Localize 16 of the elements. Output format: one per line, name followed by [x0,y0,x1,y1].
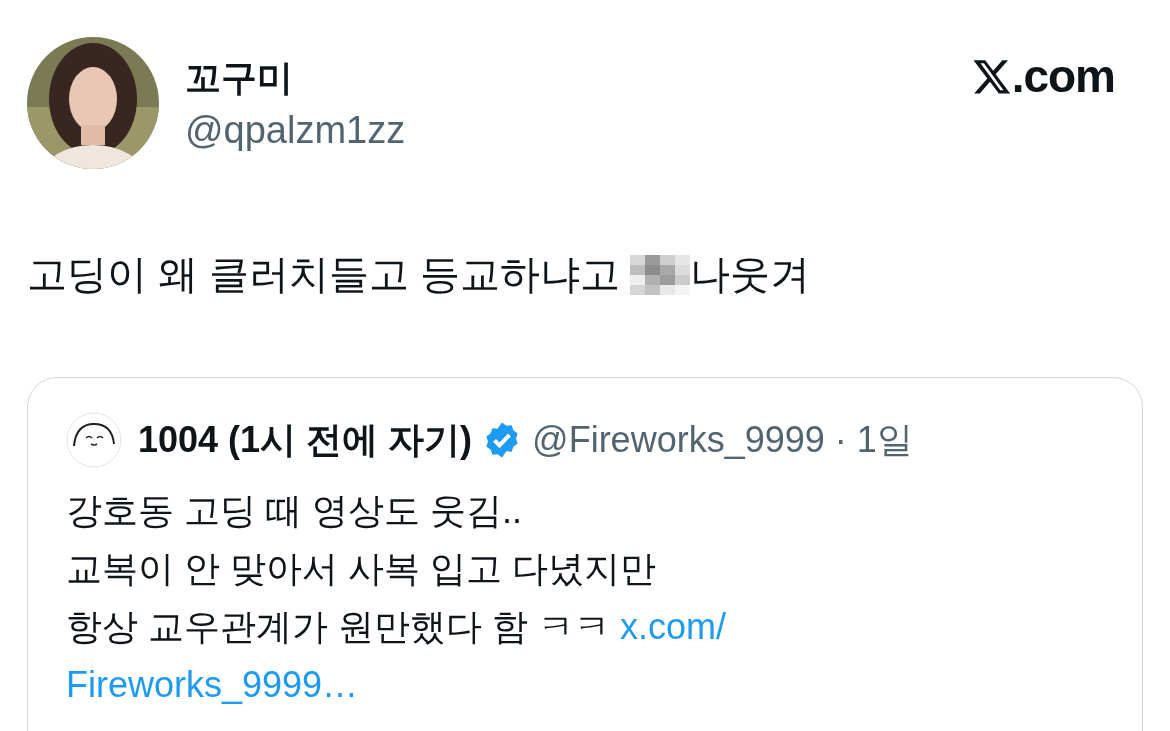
avatar-icon [66,412,122,468]
author-handle: @qpalzm1zz [185,109,406,152]
link[interactable]: Fireworks_9999… [66,656,1104,714]
quoted-text-line: 강호동 고딩 때 영상도 웃김.. [66,489,523,533]
quoted-author-name: 1004 (1시 전에 자기) [138,417,473,462]
tweet-text: 고딩이 왜 클러치들고 등교하냐고 [27,251,621,298]
quoted-post-card[interactable]: 1004 (1시 전에 자기) @Fireworks_9999 · 1일 강호동 고딩 때 영상도 웃김.. 교복이 안 맞아서 사복 입고 다녔지만 항상 교우관계가 원만했다 함 ㅋㅋ x.com/ Fireworks_9999… [27,377,1143,731]
separator-dot: · [834,419,847,461]
author-name: 꼬구미 [185,56,294,100]
quoted-text-line: 항상 교우관계가 원만했다 함 ㅋㅋ x.com/ [66,605,728,649]
link[interactable]: x.com/ [620,606,727,647]
tweet-text-end: 나웃겨 [690,251,811,298]
quoted-author-handle: @Fireworks_9999 [532,419,825,461]
brand-text: .com [1011,48,1115,103]
post-time: 1일 [856,417,913,462]
quoted-text-line: 교복이 안 맞아서 사복 입고 다녔지만 [66,547,657,591]
